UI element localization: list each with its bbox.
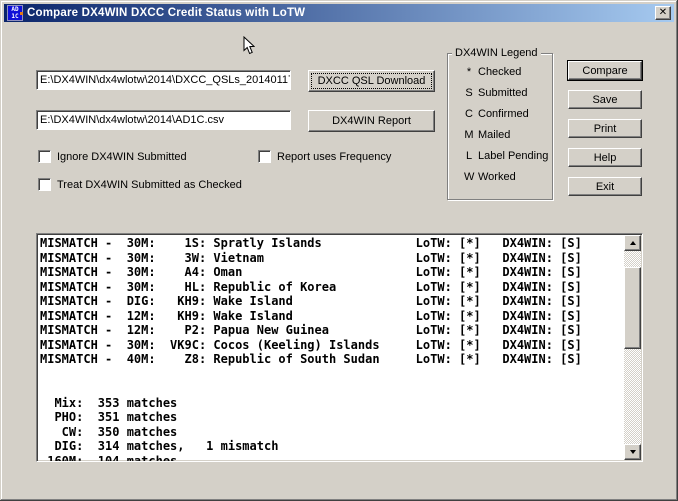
legend-label: Checked bbox=[478, 66, 522, 78]
legend-symbol: C bbox=[465, 108, 473, 120]
arrow-up-icon bbox=[629, 241, 636, 245]
legend-symbol: * bbox=[466, 66, 472, 78]
legend-symbol: S bbox=[465, 87, 473, 99]
dialog-window: AD 1C Compare DX4WIN DXCC Credit Status … bbox=[0, 0, 678, 501]
results-console[interactable]: MISMATCH - 30M: 1S: Spratly Islands LoTW… bbox=[36, 233, 643, 462]
legend-label: Mailed bbox=[478, 129, 511, 141]
compare-button-frame: Compare bbox=[567, 60, 643, 81]
arrow-down-icon bbox=[629, 450, 636, 454]
window-title: Compare DX4WIN DXCC Credit Status with L… bbox=[27, 7, 306, 19]
checkbox-report-frequency[interactable] bbox=[258, 150, 271, 163]
mouse-cursor-icon bbox=[243, 36, 255, 55]
scroll-up-button[interactable] bbox=[624, 235, 641, 251]
help-button[interactable]: Help bbox=[568, 148, 642, 167]
titlebar[interactable]: AD 1C Compare DX4WIN DXCC Credit Status … bbox=[4, 4, 674, 22]
legend-label: Label Pending bbox=[478, 150, 549, 162]
checkbox-ignore-submitted[interactable] bbox=[38, 150, 51, 163]
compare-button[interactable]: Compare bbox=[568, 61, 642, 80]
qsl-path-input[interactable]: E:\DX4WIN\dx4wlotw\2014\DXCC_QSLs_201401… bbox=[36, 70, 291, 90]
console-text: MISMATCH - 30M: 1S: Spratly Islands LoTW… bbox=[40, 236, 582, 462]
save-button[interactable]: Save bbox=[568, 90, 642, 109]
vertical-scrollbar[interactable] bbox=[624, 235, 641, 460]
print-button[interactable]: Print bbox=[568, 119, 642, 138]
legend-symbol: L bbox=[465, 150, 473, 162]
legend-label: Submitted bbox=[478, 87, 528, 99]
checkbox-report-frequency-label: Report uses Frequency bbox=[277, 151, 392, 163]
app-icon-dot bbox=[20, 12, 23, 15]
app-icon: AD 1C bbox=[7, 5, 23, 21]
scroll-down-button[interactable] bbox=[624, 444, 641, 460]
exit-button[interactable]: Exit bbox=[568, 177, 642, 196]
legend-symbol: W bbox=[464, 171, 475, 183]
dx4win-report-button[interactable]: DX4WIN Report bbox=[308, 110, 435, 132]
legend-label: Worked bbox=[478, 171, 516, 183]
legend-groupbox: DX4WIN Legend * Checked S Submitted C Co… bbox=[447, 47, 553, 200]
legend-symbol: M bbox=[464, 129, 474, 141]
scrollbar-thumb[interactable] bbox=[624, 267, 641, 349]
checkbox-treat-submitted-checked-label: Treat DX4WIN Submitted as Checked bbox=[57, 179, 242, 191]
close-icon[interactable]: ✕ bbox=[655, 6, 671, 20]
checkbox-ignore-submitted-label: Ignore DX4WIN Submitted bbox=[57, 151, 187, 163]
dxcc-qsl-download-button[interactable]: DXCC QSL Download bbox=[308, 70, 435, 92]
legend-label: Confirmed bbox=[478, 108, 529, 120]
checkbox-treat-submitted-checked[interactable] bbox=[38, 178, 51, 191]
report-path-input[interactable]: E:\DX4WIN\dx4wlotw\2014\AD1C.csv bbox=[36, 110, 291, 130]
legend-title: DX4WIN Legend bbox=[452, 47, 541, 59]
